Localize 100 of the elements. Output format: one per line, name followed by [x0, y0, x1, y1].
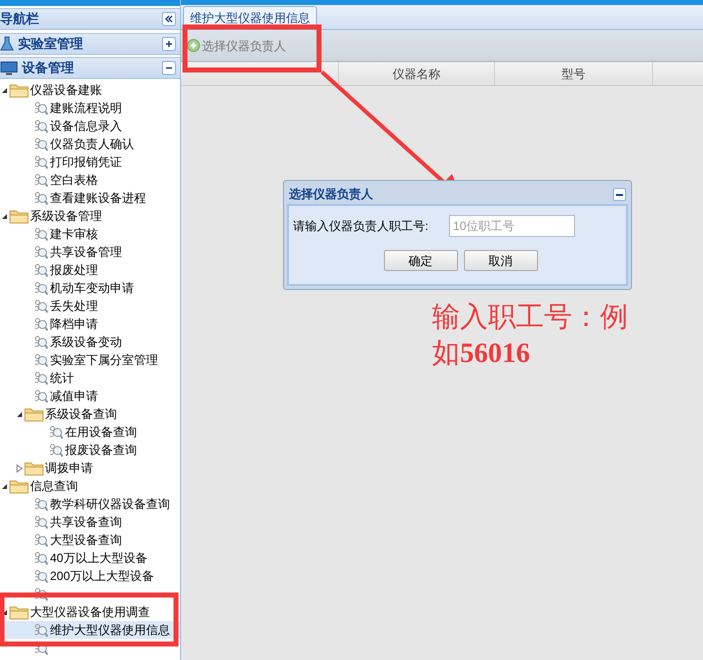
tree-item[interactable]: 机动车变动申请	[0, 279, 180, 297]
column-header[interactable]: 型号	[495, 62, 653, 85]
dialog-button[interactable]: 取消	[464, 250, 538, 271]
expanded-triangle-icon	[0, 86, 8, 94]
search-icon	[35, 498, 48, 510]
tree-item[interactable]: 减值申请	[0, 387, 180, 405]
tree-folder[interactable]: 系级设备查询	[0, 405, 180, 423]
panel-title: 导航栏	[0, 10, 39, 28]
tree-item[interactable]: 共享设备查询	[0, 513, 180, 531]
tree-item[interactable]: 建账流程说明	[0, 99, 180, 117]
search-icon	[35, 228, 48, 240]
search-icon	[35, 372, 48, 384]
item-label: 在用设备查询	[65, 424, 137, 441]
folder-icon	[24, 460, 44, 476]
tree-item[interactable]: 40万以上大型设备	[0, 549, 180, 567]
folder-icon	[9, 478, 29, 494]
search-icon	[35, 246, 48, 258]
dialog-button[interactable]: 确定	[384, 250, 458, 271]
tree-folder[interactable]: 系级设备管理	[0, 207, 180, 225]
tree-item[interactable]: 共享设备管理	[0, 243, 180, 261]
item-label: 统计	[50, 370, 74, 387]
minus-icon[interactable]	[162, 61, 176, 75]
tree-folder[interactable]: 大型仪器设备使用调查	[0, 603, 180, 621]
employee-id-field[interactable]: 10位职工号	[449, 215, 575, 237]
search-icon	[35, 102, 48, 114]
tree-item[interactable]: 教学科研仪器设备查询	[0, 495, 180, 513]
field-label: 请输入仪器负责人职工号:	[293, 218, 430, 235]
search-icon	[35, 156, 48, 168]
search-icon	[35, 570, 48, 582]
item-label: 建账流程说明	[50, 100, 122, 117]
expanded-triangle-icon	[0, 482, 8, 490]
tree-item[interactable]: 空白表格	[0, 171, 180, 189]
item-label: 共享设备管理	[50, 244, 122, 261]
search-icon	[35, 318, 48, 330]
add-icon	[187, 39, 200, 52]
item-label: 系级设备查询	[45, 406, 117, 423]
folder-icon	[9, 604, 29, 620]
item-label: 建卡审核	[50, 226, 98, 243]
tree-item[interactable]: 降档申请	[0, 315, 180, 333]
search-icon	[35, 300, 48, 312]
item-label: 降档申请	[50, 316, 98, 333]
search-icon	[35, 534, 48, 546]
tree-folder[interactable]: 仪器设备建账	[0, 81, 180, 99]
item-label: 机动车变动申请	[50, 280, 134, 297]
search-icon	[35, 336, 48, 348]
item-label: 查看建账设备进程	[50, 190, 146, 207]
accordion-header[interactable]: 设备管理	[0, 57, 180, 79]
tree-item[interactable]: 丢失处理	[0, 297, 180, 315]
tree-folder[interactable]: 调拨申请	[0, 459, 180, 477]
tree-item[interactable]: 报废处理	[0, 261, 180, 279]
tree-item[interactable]: 实验室下属分室管理	[0, 351, 180, 369]
tree-item[interactable]: 统计	[0, 369, 180, 387]
item-label: 打印报销凭证	[50, 154, 122, 171]
search-icon	[50, 426, 63, 438]
search-icon	[35, 174, 48, 186]
tree-folder[interactable]: 信息查询	[0, 477, 180, 495]
tree-item[interactable]: 报废设备查询	[0, 441, 180, 459]
column-header[interactable]: 仪器名称	[339, 62, 495, 85]
search-icon	[35, 552, 48, 564]
item-label: 减值申请	[50, 388, 98, 405]
item-label: 调拨申请	[45, 460, 93, 477]
minimize-icon[interactable]	[613, 188, 626, 200]
dialog-title: 选择仪器负责人	[289, 186, 373, 203]
item-label: 报废处理	[50, 262, 98, 279]
search-icon	[35, 516, 48, 528]
item-label: 实验室下属分室管理	[50, 352, 158, 369]
accordion-header[interactable]: 实验室管理	[0, 33, 180, 55]
item-label: 系级设备管理	[30, 208, 102, 225]
item-label: 共享设备查询	[50, 514, 122, 531]
tree-item[interactable]: 打印报销凭证	[0, 153, 180, 171]
plus-icon[interactable]	[162, 37, 176, 51]
folder-icon	[24, 406, 44, 422]
folder-icon	[9, 82, 29, 98]
search-icon	[35, 624, 48, 636]
tree-item[interactable]: 设备信息录入	[0, 117, 180, 135]
tree-item[interactable]: 系级设备变动	[0, 333, 180, 351]
collapse-icon[interactable]	[162, 12, 176, 26]
item-label: 教学科研仪器设备查询	[50, 496, 170, 513]
search-icon	[35, 354, 48, 366]
tree-item[interactable]: 仪器负责人确认	[0, 135, 180, 153]
item-label: 报废设备查询	[65, 442, 137, 459]
tree-item[interactable]: 在用设备查询	[0, 423, 180, 441]
item-label: 大型设备查询	[50, 532, 122, 549]
collapsed-triangle-icon	[15, 464, 23, 472]
folder-icon	[9, 208, 29, 224]
tree-item[interactable]: 大型设备查询	[0, 531, 180, 549]
monitor-icon	[0, 60, 18, 76]
item-label: 200万以上大型设备	[50, 568, 154, 585]
search-icon	[35, 588, 48, 600]
annotation-text: 输入职工号：例如56016	[432, 301, 629, 371]
item-label: 40万以上大型设备	[50, 550, 148, 567]
item-label: 丢失处理	[50, 298, 98, 315]
tree-item[interactable]: 200万以上大型设备	[0, 567, 180, 585]
tree-item[interactable]: 查看建账设备进程	[0, 189, 180, 207]
item-label: 系级设备变动	[50, 334, 122, 351]
item-label: 仪器设备建账	[30, 82, 102, 99]
tree-item[interactable]: 建卡审核	[0, 225, 180, 243]
flask-icon	[0, 36, 14, 52]
search-icon	[35, 282, 48, 294]
search-icon	[35, 192, 48, 204]
